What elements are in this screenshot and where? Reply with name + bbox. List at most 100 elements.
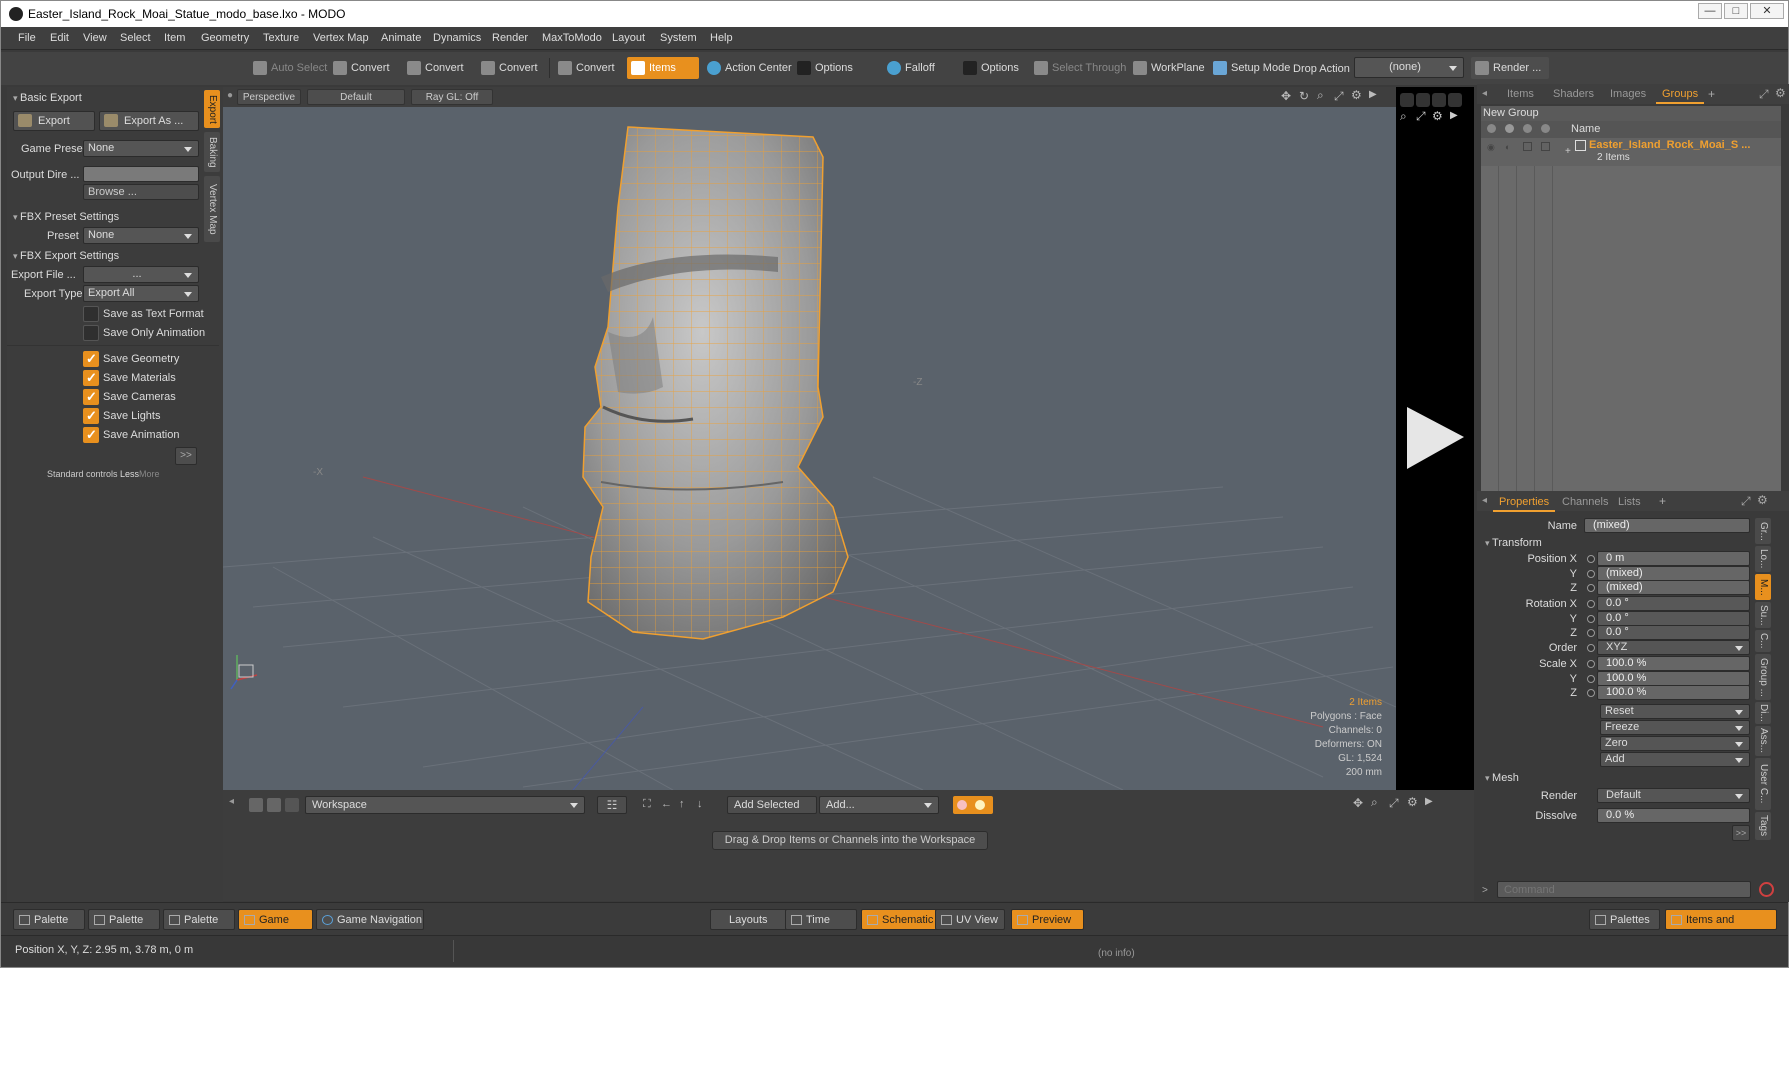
tab-images[interactable]: Images bbox=[1610, 88, 1646, 100]
perspective-button[interactable]: Perspective bbox=[237, 89, 301, 105]
group-visibility-icon[interactable]: ◉ bbox=[1487, 142, 1495, 153]
preview-maximize-icon[interactable]: ⤢ bbox=[1416, 109, 1426, 124]
more-options-button[interactable]: >> bbox=[175, 447, 197, 465]
game-navigation-button[interactable]: Game Navigation bbox=[316, 909, 424, 930]
ws-zoom-icon[interactable]: ⌕ bbox=[1371, 795, 1378, 810]
side-tab-tags[interactable]: Tags bbox=[1755, 812, 1771, 840]
preview-button-1[interactable] bbox=[1400, 93, 1414, 107]
layouts-button[interactable]: Layouts bbox=[710, 909, 788, 930]
add-selected-button[interactable]: Add Selected bbox=[727, 796, 817, 814]
shading-default-button[interactable]: Default bbox=[307, 89, 405, 105]
side-tab-di[interactable]: Di... bbox=[1755, 702, 1771, 724]
panel-menu-icon[interactable]: ◂ bbox=[1482, 88, 1487, 99]
more-link[interactable]: More bbox=[139, 469, 160, 479]
palettes-button[interactable]: Palettes bbox=[1589, 909, 1660, 930]
scale-x-field[interactable]: 100.0 % bbox=[1597, 656, 1750, 671]
expand-toggle[interactable]: + bbox=[1565, 146, 1571, 157]
workspace-dropdown[interactable]: Workspace bbox=[305, 796, 585, 814]
ws-settings-icon[interactable]: ⚙ bbox=[1407, 795, 1418, 809]
command-expand-icon[interactable]: > bbox=[1482, 885, 1488, 896]
props-more-button[interactable]: >> bbox=[1732, 825, 1750, 841]
minimize-button[interactable]: — bbox=[1698, 3, 1722, 19]
save-only-animation-checkbox[interactable] bbox=[83, 325, 99, 341]
browse-button[interactable]: Browse ... bbox=[83, 184, 199, 200]
drop-action-dropdown[interactable]: (none) bbox=[1354, 57, 1464, 78]
add-tab-icon[interactable]: + bbox=[1708, 87, 1715, 101]
add-transform-dropdown[interactable]: Add bbox=[1600, 752, 1750, 767]
layout-grid-icon[interactable]: ☷ bbox=[597, 796, 627, 814]
workplane-button[interactable]: WorkPlane bbox=[1129, 57, 1205, 79]
group-select-icon[interactable] bbox=[1541, 142, 1550, 151]
setup-mode-button[interactable]: Setup Mode bbox=[1209, 57, 1290, 79]
tab-channels[interactable]: Channels bbox=[1562, 496, 1608, 508]
rotation-y-field[interactable]: 0.0 ° bbox=[1597, 611, 1750, 626]
time-button[interactable]: Time bbox=[785, 909, 857, 930]
convert-button-4[interactable]: Convert bbox=[554, 57, 615, 79]
props-maximize-icon[interactable]: ⤢ bbox=[1741, 494, 1751, 509]
command-record-icon[interactable] bbox=[1759, 882, 1774, 897]
render-button[interactable]: Render ... bbox=[1471, 57, 1550, 79]
menu-select[interactable]: Select bbox=[120, 32, 151, 44]
workspace-color-toggle[interactable] bbox=[953, 796, 993, 814]
viewport-settings-icon[interactable]: ⚙ bbox=[1351, 88, 1362, 102]
rotation-x-field[interactable]: 0.0 ° bbox=[1597, 596, 1750, 611]
workspace-tool-1-icon[interactable] bbox=[249, 798, 263, 812]
position-y-radio[interactable] bbox=[1587, 570, 1595, 578]
mesh-section[interactable]: Mesh bbox=[1485, 772, 1519, 784]
menu-animate[interactable]: Animate bbox=[381, 32, 421, 44]
fbx-preset-section[interactable]: FBX Preset Settings bbox=[13, 211, 119, 223]
convert-button-3[interactable]: Convert bbox=[477, 57, 538, 79]
menu-layout[interactable]: Layout bbox=[612, 32, 645, 44]
workspace-tool-2-icon[interactable] bbox=[267, 798, 281, 812]
menu-render[interactable]: Render bbox=[492, 32, 528, 44]
export-as-button[interactable]: Export As ... bbox=[99, 111, 199, 131]
workspace-left-icon[interactable]: ← bbox=[661, 798, 675, 812]
tab-vertex-map[interactable]: Vertex Map bbox=[204, 176, 220, 242]
save-as-text-checkbox[interactable] bbox=[83, 306, 99, 322]
preset-dropdown[interactable]: None bbox=[83, 227, 199, 244]
rotation-z-field[interactable]: 0.0 ° bbox=[1597, 625, 1750, 640]
menu-dynamics[interactable]: Dynamics bbox=[433, 32, 481, 44]
group-row[interactable]: ◉ ◐ + Easter_Island_Rock_Moai_S ... 2 It… bbox=[1481, 138, 1781, 166]
menu-maxtomodo[interactable]: MaxToModo bbox=[542, 32, 602, 44]
order-dropdown[interactable]: XYZ bbox=[1597, 640, 1750, 655]
panel-maximize-icon[interactable]: ⤢ bbox=[1759, 87, 1769, 102]
save-cameras-checkbox[interactable] bbox=[83, 389, 99, 405]
export-file-dropdown[interactable]: ... bbox=[83, 266, 199, 283]
freeze-dropdown[interactable]: Freeze bbox=[1600, 720, 1750, 735]
preview-settings-icon[interactable]: ⚙ bbox=[1432, 109, 1443, 123]
workspace-tool-3-icon[interactable] bbox=[285, 798, 299, 812]
menu-texture[interactable]: Texture bbox=[263, 32, 299, 44]
scale-z-field[interactable]: 100.0 % bbox=[1597, 685, 1750, 700]
side-tab-m[interactable]: M... bbox=[1755, 574, 1771, 600]
ws-maximize-icon[interactable]: ⤢ bbox=[1389, 796, 1399, 811]
side-tab-c[interactable]: C... bbox=[1755, 630, 1771, 652]
position-x-radio[interactable] bbox=[1587, 555, 1595, 563]
menu-vertex-map[interactable]: Vertex Map bbox=[313, 32, 369, 44]
select-through-button[interactable]: Select Through bbox=[1030, 57, 1126, 79]
convert-button-1[interactable]: Convert bbox=[329, 57, 390, 79]
preview-button-3[interactable] bbox=[1432, 93, 1446, 107]
maximize-view-icon[interactable]: ⤢ bbox=[1334, 89, 1344, 104]
tab-items[interactable]: Items bbox=[1507, 88, 1534, 100]
items-mode-button[interactable]: Items bbox=[627, 57, 699, 79]
tab-properties[interactable]: Properties bbox=[1492, 496, 1556, 512]
fbx-export-section[interactable]: FBX Export Settings bbox=[13, 250, 119, 262]
basic-export-section[interactable]: Basic Export bbox=[13, 92, 82, 104]
menu-help[interactable]: Help bbox=[710, 32, 733, 44]
game-preset-dropdown[interactable]: None bbox=[83, 140, 199, 157]
rotation-x-radio[interactable] bbox=[1587, 600, 1595, 608]
action-center-button[interactable]: Action Center bbox=[703, 57, 792, 79]
scale-x-radio[interactable] bbox=[1587, 660, 1595, 668]
items-and-shading-button[interactable]: Items and Shading bbox=[1665, 909, 1777, 947]
name-field[interactable]: (mixed) bbox=[1584, 518, 1750, 533]
position-y-field[interactable]: (mixed) bbox=[1597, 566, 1750, 581]
scale-z-radio[interactable] bbox=[1587, 689, 1595, 697]
workspace-down-icon[interactable]: ↓ bbox=[697, 798, 711, 812]
render-dropdown[interactable]: Default bbox=[1597, 788, 1750, 803]
preview-button[interactable]: Preview bbox=[1011, 909, 1084, 930]
raygl-button[interactable]: Ray GL: Off bbox=[411, 89, 493, 105]
palette-button-1[interactable]: Palette bbox=[13, 909, 85, 930]
side-tab-lo[interactable]: Lo... bbox=[1755, 546, 1771, 572]
side-tab-su[interactable]: Su... bbox=[1755, 602, 1771, 628]
